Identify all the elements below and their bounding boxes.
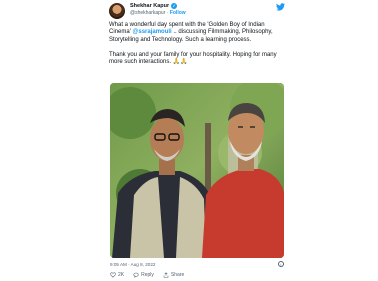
reply-icon [133,272,139,278]
reply-label: Reply [141,272,154,278]
tweet-timestamp[interactable]: 9:05 AM · Aug 8, 2022 [110,262,155,267]
photo-scene [110,83,284,258]
tweet-paragraph-1: What a wonderful day spent with the 'Gol… [109,22,287,44]
separator: · [166,10,169,16]
like-count: 2K [118,272,125,278]
tweet-photo[interactable] [110,83,284,258]
share-icon [163,272,169,278]
verified-badge-icon: ✓ [171,3,178,9]
author-handle[interactable]: @shekharkapur [130,10,165,16]
like-button[interactable]: 2K [110,272,124,278]
tweet-paragraph-2: Thank you and your family for your hospi… [109,51,277,66]
author-name[interactable]: Shekhar Kapur [130,3,169,9]
info-icon[interactable]: i [278,261,284,267]
mention-link[interactable]: @ssrajamouli [133,29,172,35]
reply-button[interactable]: Reply [133,272,154,278]
share-label: Share [170,272,185,278]
twitter-bird-icon[interactable] [276,3,285,11]
tweet-text: What a wonderful day spent with the 'Gol… [109,22,287,66]
share-button[interactable]: Share [163,272,184,278]
tweet-card: Shekhar Kapur ✓ @shekharkapur · Follow W… [103,0,291,281]
author-avatar[interactable] [109,3,125,19]
author-handle-row: @shekharkapur · Follow [130,10,186,16]
author-name-row[interactable]: Shekhar Kapur ✓ [130,3,178,9]
tweet-actions: 2K Reply Share [110,272,184,278]
heart-icon [110,272,116,278]
follow-button[interactable]: Follow [170,10,186,16]
